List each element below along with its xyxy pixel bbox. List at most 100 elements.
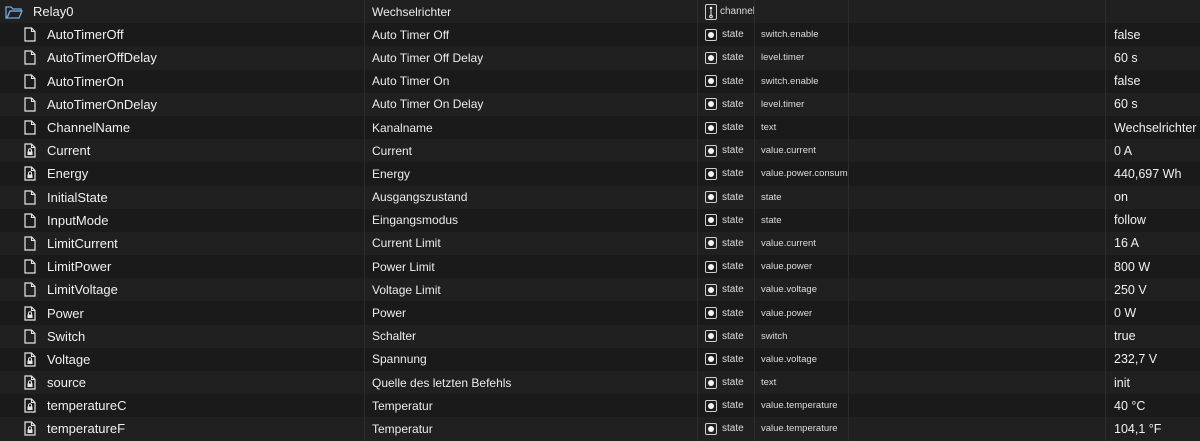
state-type-icon <box>705 422 717 435</box>
state-type-cell: state <box>698 92 755 116</box>
state-id-cell[interactable]: temperatureF <box>0 417 365 441</box>
state-id-cell[interactable]: AutoTimerOffDelay <box>0 46 365 70</box>
state-value[interactable]: 232,7 V <box>1106 348 1200 371</box>
state-value[interactable]: 104,1 °F <box>1106 417 1200 440</box>
state-id: LimitVoltage <box>47 282 118 298</box>
table-row[interactable]: AutoTimerOn Auto Timer On state switch.enab… <box>0 69 1200 93</box>
state-spacer <box>849 394 1106 418</box>
state-type-label: state <box>722 261 744 273</box>
state-id-cell[interactable]: AutoTimerOff <box>0 23 365 47</box>
file-icon <box>24 236 36 251</box>
state-spacer <box>849 301 1106 325</box>
state-id-cell[interactable]: Current <box>0 139 365 163</box>
state-id-cell[interactable]: LimitVoltage <box>0 278 365 302</box>
table-row[interactable]: AutoTimerOnDelay Auto Timer On Delay state… <box>0 92 1200 116</box>
table-row[interactable]: InitialState Ausgangszustand state state on <box>0 185 1200 209</box>
table-row[interactable]: AutoTimerOffDelay Auto Timer Off Delay sta… <box>0 46 1200 70</box>
table-row[interactable]: source Quelle des letzten Befehls state tex… <box>0 371 1200 395</box>
file-icon <box>24 50 36 66</box>
table-row[interactable]: Voltage Spannung state value.voltage 232,7 V <box>0 347 1200 371</box>
state-id: Energy <box>47 166 89 182</box>
state-type-icon <box>705 307 717 320</box>
state-id-cell[interactable]: temperatureC <box>0 394 365 418</box>
state-type-cell: state <box>698 115 755 140</box>
state-type-cell: state <box>698 231 755 256</box>
table-row[interactable]: ChannelName Kanalname state text Wechselrich… <box>0 115 1200 140</box>
state-id-cell[interactable]: AutoTimerOn <box>0 69 365 93</box>
state-type-icon <box>705 98 717 111</box>
table-row[interactable]: LimitVoltage Voltage Limit state value.volt… <box>0 278 1200 302</box>
state-value[interactable]: 60 s <box>1106 46 1200 69</box>
state-name: Power <box>365 301 698 325</box>
state-type-cell: state <box>698 417 755 441</box>
table-row[interactable]: Current Current state value.current 0 A <box>0 139 1200 163</box>
state-role: switch <box>755 324 849 348</box>
state-id-cell[interactable]: Voltage <box>0 347 365 371</box>
state-type-icon <box>705 28 717 41</box>
channel-row[interactable]: Relay0 Wechselrichter channel <box>0 0 1200 24</box>
state-value[interactable]: false <box>1106 70 1200 93</box>
state-type-icon <box>705 51 717 64</box>
channel-spacer <box>849 0 1106 24</box>
state-id-cell[interactable]: LimitCurrent <box>0 231 365 256</box>
state-value[interactable]: 60 s <box>1106 93 1200 116</box>
state-id: temperatureC <box>47 398 127 414</box>
state-id-cell[interactable]: InitialState <box>0 185 365 209</box>
object-tree-table: Relay0 Wechselrichter channel AutoTimerO… <box>0 0 1200 441</box>
state-spacer <box>849 347 1106 371</box>
state-value[interactable]: 0 A <box>1106 139 1200 162</box>
state-value[interactable]: false <box>1106 23 1200 46</box>
state-type-icon <box>705 191 717 204</box>
table-row[interactable]: LimitPower Power Limit state value.power 800… <box>0 255 1200 279</box>
state-value[interactable]: 800 W <box>1106 255 1200 278</box>
table-row[interactable]: Energy Energy state value.power.consum... 44… <box>0 162 1200 186</box>
state-type-icon <box>705 330 717 343</box>
table-row[interactable]: temperatureC Temperatur state value.tempera… <box>0 394 1200 418</box>
state-id-cell[interactable]: ChannelName <box>0 115 365 140</box>
state-role: level.timer <box>755 46 849 70</box>
state-role: text <box>755 371 849 395</box>
state-name: Current <box>365 139 698 163</box>
state-value[interactable]: 40 °C <box>1106 394 1200 417</box>
state-value[interactable]: 0 W <box>1106 301 1200 324</box>
table-row[interactable]: InputMode Eingangsmodus state state follow <box>0 208 1200 232</box>
state-role: value.power <box>755 301 849 325</box>
state-type-label: state <box>722 330 744 342</box>
state-id: LimitPower <box>47 259 112 275</box>
state-spacer <box>849 417 1106 441</box>
state-id: Power <box>47 305 84 321</box>
state-value[interactable]: init <box>1106 371 1200 394</box>
table-row[interactable]: temperatureF Temperatur state value.tempera… <box>0 417 1200 441</box>
state-type-cell: state <box>698 162 755 186</box>
folder-open-icon[interactable] <box>5 5 23 19</box>
state-id-cell[interactable]: AutoTimerOnDelay <box>0 92 365 116</box>
state-value[interactable]: 16 A <box>1106 232 1200 255</box>
state-id-cell[interactable]: Switch <box>0 324 365 348</box>
state-value[interactable]: 440,697 Wh <box>1106 162 1200 185</box>
state-id: Switch <box>47 328 86 344</box>
state-id-cell[interactable]: Power <box>0 301 365 325</box>
state-role: text <box>755 115 849 140</box>
state-id: source <box>47 375 87 391</box>
state-type-cell: state <box>698 255 755 279</box>
state-value[interactable]: 250 V <box>1106 278 1200 301</box>
state-value[interactable]: follow <box>1106 209 1200 232</box>
state-id-cell[interactable]: InputMode <box>0 208 365 232</box>
state-id-cell[interactable]: Energy <box>0 162 365 186</box>
state-value[interactable]: on <box>1106 186 1200 209</box>
state-value[interactable]: true <box>1106 325 1200 348</box>
channel-id-cell[interactable]: Relay0 <box>0 0 365 24</box>
state-spacer <box>849 139 1106 163</box>
table-row[interactable]: AutoTimerOff Auto Timer Off state switch.en… <box>0 23 1200 47</box>
state-role: state <box>755 208 849 232</box>
state-spacer <box>849 69 1106 93</box>
state-id-cell[interactable]: source <box>0 371 365 395</box>
state-role: state <box>755 185 849 209</box>
state-value[interactable]: Wechselrichter <box>1106 116 1200 139</box>
state-type-label: state <box>722 145 744 157</box>
channel-id: Relay0 <box>33 4 74 20</box>
state-id-cell[interactable]: LimitPower <box>0 255 365 279</box>
table-row[interactable]: Power Power state value.power 0 W <box>0 301 1200 325</box>
table-row[interactable]: Switch Schalter state switch true <box>0 324 1200 348</box>
table-row[interactable]: LimitCurrent Current Limit state value.curr… <box>0 231 1200 256</box>
